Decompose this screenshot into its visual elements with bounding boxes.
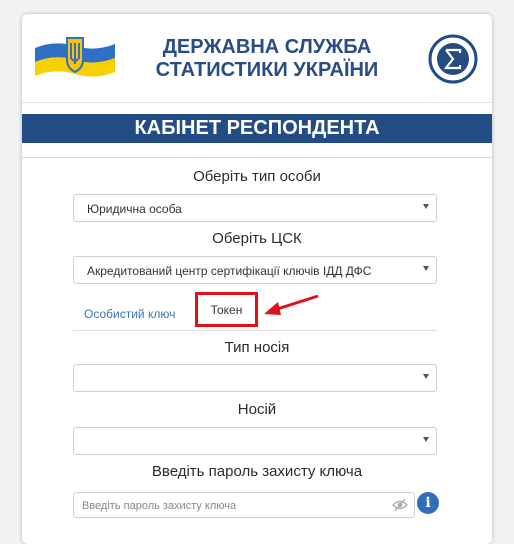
chevron-down-icon: [423, 266, 429, 271]
info-icon[interactable]: i: [417, 492, 439, 514]
password-input[interactable]: [80, 497, 384, 515]
page-title: ДЕРЖАВНА СЛУЖБА СТАТИСТИКИ УКРАЇНИ: [132, 36, 402, 82]
tab-divider: [73, 330, 437, 331]
person-type-label: Оберіть тип особи: [193, 168, 321, 185]
csk-select[interactable]: Акредитований центр сертифікації ключів …: [73, 256, 437, 284]
csk-label: Оберіть ЦСК: [212, 230, 302, 247]
media-select[interactable]: [73, 427, 437, 455]
person-type-select[interactable]: Юридична особа: [73, 194, 437, 222]
ukraine-flag-icon: [35, 37, 115, 77]
title-line-2: СТАТИСТИКИ УКРАЇНИ: [155, 59, 379, 81]
media-type-label: Тип носія: [224, 339, 290, 356]
eye-slash-icon[interactable]: [392, 498, 408, 512]
banner-divider: [22, 157, 492, 158]
media-label: Носій: [237, 401, 277, 418]
login-card: ДЕРЖАВНА СЛУЖБА СТАТИСТИКИ УКРАЇНИ КАБІН…: [22, 14, 492, 544]
red-arrow-annotation: [264, 294, 319, 315]
header: ДЕРЖАВНА СЛУЖБА СТАТИСТИКИ УКРАЇНИ: [22, 14, 492, 112]
chevron-down-icon: [423, 437, 429, 442]
header-divider: [22, 102, 492, 103]
media-type-select[interactable]: [73, 364, 437, 392]
title-line-1: ДЕРЖАВНА СЛУЖБА: [162, 36, 372, 58]
tab-personal-key[interactable]: Особистий ключ: [84, 307, 175, 321]
tab-token[interactable]: Токен: [195, 292, 258, 327]
password-label: Введіть пароль захисту ключа: [151, 463, 363, 480]
chevron-down-icon: [423, 374, 429, 379]
csk-value: Акредитований центр сертифікації ключів …: [87, 264, 372, 278]
sigma-emblem-icon: [428, 34, 478, 84]
person-type-value: Юридична особа: [87, 202, 182, 216]
cabinet-banner: КАБІНЕТ РЕСПОНДЕНТА: [22, 114, 492, 143]
chevron-down-icon: [423, 204, 429, 209]
password-field[interactable]: [73, 492, 415, 518]
